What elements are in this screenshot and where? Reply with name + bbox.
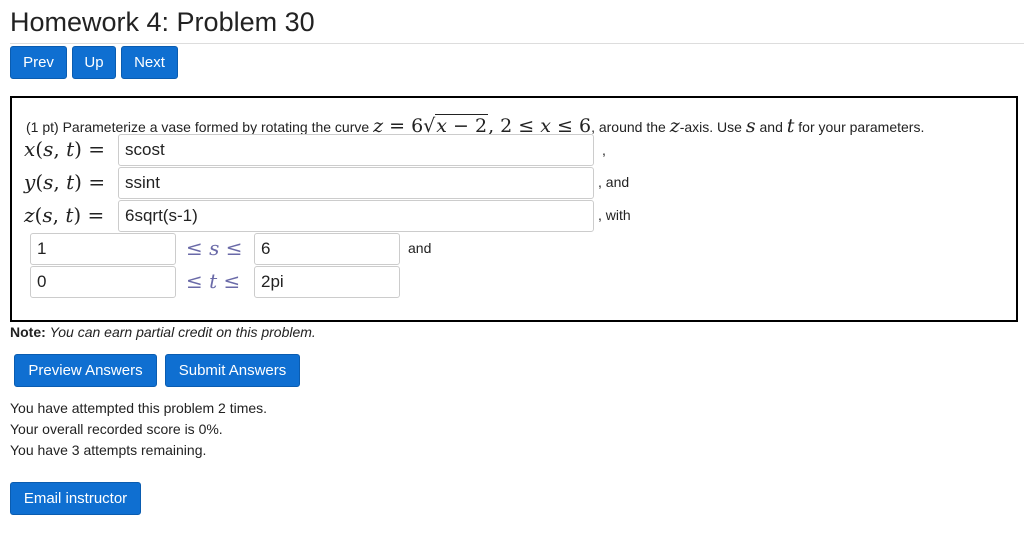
x-after-text: , [602,142,606,158]
page-title: Homework 4: Problem 30 [10,7,315,37]
attempts-message: You have attempted this problem 2 times. [10,400,268,416]
x-answer-input[interactable] [118,134,594,166]
partial-credit-note: Note: You can earn partial credit on thi… [10,324,316,340]
y-answer-input[interactable] [118,167,594,199]
score-message: Your overall recorded score is 0%. [10,421,223,437]
t-inequality: ≤ t ≤ [186,269,241,293]
problem-intro: (1 pt) Parameterize a vase formed by rot… [26,119,370,135]
submit-answers-button[interactable]: Submit Answers [165,354,300,387]
preview-answers-button[interactable]: Preview Answers [14,354,157,387]
y-after-text: , and [598,174,630,190]
title-divider [10,43,1024,44]
s-upper-input[interactable] [254,233,400,265]
prev-button[interactable]: Prev [10,46,67,79]
t-lower-input[interactable] [30,266,176,298]
page: Homework 4: Problem 30 Prev Up Next (1 p… [0,0,1024,533]
note-text: You can earn partial credit on this prob… [49,324,316,340]
t-upper-input[interactable] [254,266,400,298]
s-after-text: and [408,240,432,256]
s-lower-input[interactable] [30,233,176,265]
remaining-message: You have 3 attempts remaining. [10,442,207,458]
y-label: y(s, t) = [24,170,106,194]
up-button[interactable]: Up [72,46,116,79]
s-inequality: ≤ s ≤ [186,236,243,260]
z-answer-input[interactable] [118,200,594,232]
x-label: x(s, t) = [24,137,106,161]
problem-box: (1 pt) Parameterize a vase formed by rot… [10,96,1018,322]
next-button[interactable]: Next [121,46,178,79]
note-label: Note: [10,324,46,340]
z-after-text: , with [598,207,631,223]
email-instructor-button[interactable]: Email instructor [10,482,141,515]
z-label: z(s, t) = [24,203,105,227]
